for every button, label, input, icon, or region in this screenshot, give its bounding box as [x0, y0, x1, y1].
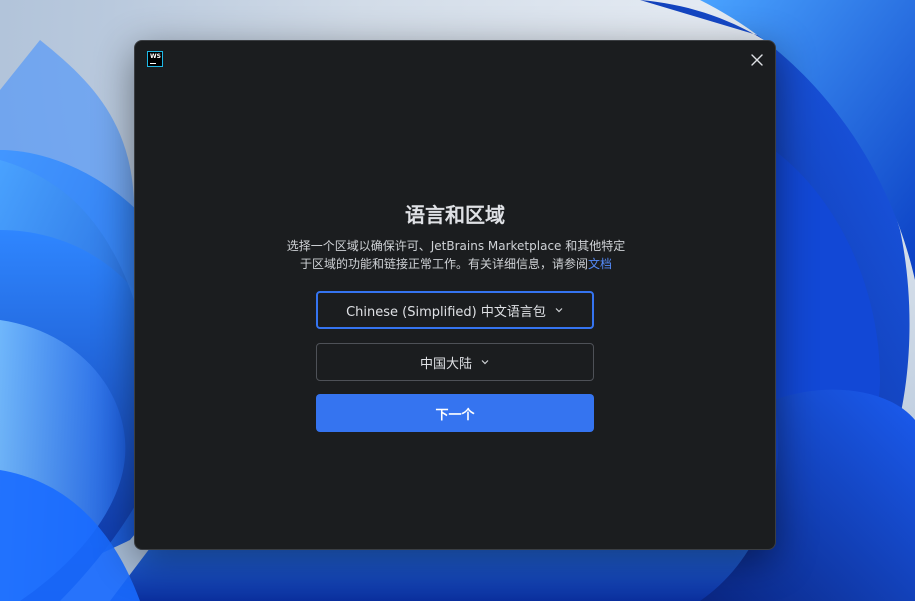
language-region-dialog: WS 语言和区域 选择一个区域以确保许可、JetBrains Marketpla…	[134, 40, 776, 550]
docs-link[interactable]: 文档	[588, 257, 612, 271]
language-select[interactable]: Chinese (Simplified) 中文语言包	[316, 291, 594, 329]
close-button[interactable]	[747, 50, 767, 70]
chevron-down-icon	[555, 308, 563, 313]
page-title: 语言和区域	[405, 203, 505, 227]
description-body: 选择一个区域以确保许可、JetBrains Marketplace 和其他特定于…	[286, 239, 626, 271]
chevron-down-icon	[481, 360, 489, 365]
description-text: 选择一个区域以确保许可、JetBrains Marketplace 和其他特定于…	[281, 237, 631, 273]
webstorm-icon: WS	[147, 51, 163, 67]
next-button[interactable]: 下一个	[316, 394, 594, 432]
app-icon-text: WS	[150, 53, 161, 60]
region-select-value: 中国大陆	[419, 356, 472, 372]
close-icon	[751, 54, 763, 66]
region-select[interactable]: 中国大陆	[316, 343, 594, 381]
language-select-value: Chinese (Simplified) 中文语言包	[346, 304, 546, 320]
